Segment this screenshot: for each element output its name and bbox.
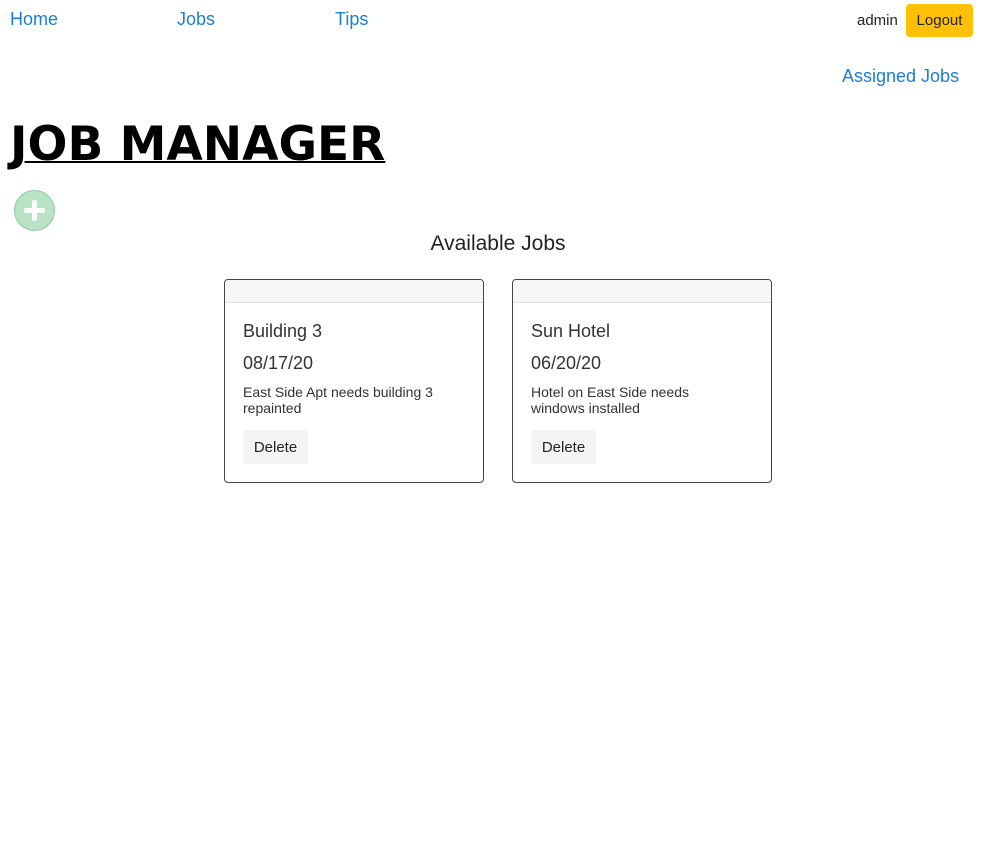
section-title: Available Jobs	[430, 232, 566, 255]
username-label: admin	[857, 12, 898, 29]
job-title: Building 3	[243, 321, 323, 341]
job-card: Sun Hotel 06/20/20 Hotel on East Side ne…	[512, 279, 772, 483]
page-title: JOB MANAGER	[10, 117, 386, 172]
nav-jobs-link[interactable]: Jobs	[177, 9, 215, 30]
assigned-jobs-link[interactable]: Assigned Jobs	[842, 66, 959, 87]
job-title: Sun Hotel	[531, 321, 611, 341]
job-card: Building 3 08/17/20 East Side Apt needs …	[224, 279, 484, 483]
job-date: 06/20/20	[531, 353, 602, 373]
delete-button[interactable]: Delete	[531, 430, 596, 464]
nav-tips-link[interactable]: Tips	[335, 9, 368, 30]
card-header	[225, 280, 483, 303]
job-description: Hotel on East Side needs windows install…	[531, 384, 689, 416]
delete-button[interactable]: Delete	[243, 430, 308, 464]
job-date: 08/17/20	[243, 353, 314, 373]
nav-home-link[interactable]: Home	[10, 9, 58, 30]
logout-button[interactable]: Logout	[906, 4, 973, 37]
add-job-button[interactable]	[14, 190, 55, 231]
page: Home Jobs Tips admin Logout Assigned Job…	[0, 0, 985, 847]
card-header	[513, 280, 771, 303]
job-description: East Side Apt needs building 3 repainted	[243, 384, 433, 416]
